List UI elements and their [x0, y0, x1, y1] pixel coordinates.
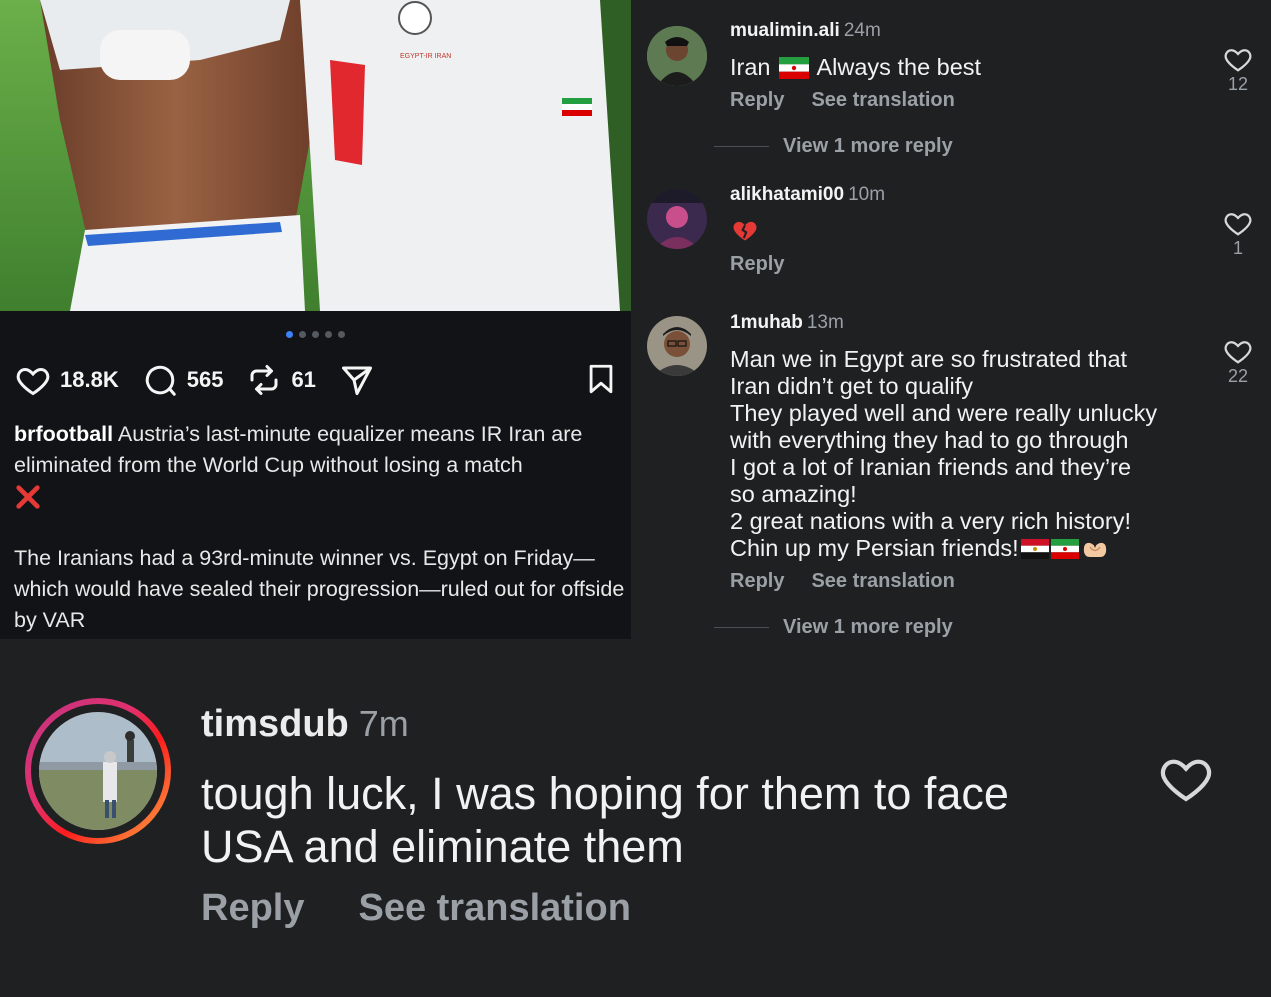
repost-icon [250, 365, 278, 395]
comment-text: Man we in Egypt are so frustrated that I… [730, 346, 1200, 562]
comment-actions: Reply [730, 253, 784, 276]
comment-actions: Reply See translation [201, 887, 631, 930]
post-image: EGYPT-IR IRAN [0, 0, 631, 311]
carousel-indicator [0, 331, 631, 338]
send-icon [341, 366, 372, 395]
cross-mark-icon [14, 483, 42, 516]
comment-actions: Reply See translation [730, 89, 955, 112]
comment-like[interactable]: 22 [1218, 336, 1258, 387]
caption-username[interactable]: brfootball [14, 422, 113, 446]
like-button[interactable]: 18.8K [14, 362, 119, 398]
svg-text:EGYPT-IR IRAN: EGYPT-IR IRAN [400, 53, 451, 60]
post-caption: brfootball Austria’s last-minute equaliz… [14, 419, 626, 481]
iran-flag-icon [1050, 538, 1079, 559]
view-replies[interactable]: View 1 more reply [714, 135, 953, 158]
comment-line: Iran didn’t get to qualify [730, 373, 973, 399]
comment-like[interactable]: 12 [1218, 44, 1258, 95]
comment-username[interactable]: alikhatami00 [730, 184, 844, 205]
comment-header: timsdub 7m [201, 703, 409, 746]
see-translation-button[interactable]: See translation [358, 887, 630, 930]
broken-heart-icon [730, 216, 760, 249]
comment-line: so amazing! [730, 481, 857, 507]
comment-line: USA and eliminate them [201, 821, 684, 872]
comment-like-button[interactable] [1156, 750, 1216, 811]
comment-line: They played well and were really unlucky [730, 400, 1158, 426]
avatar[interactable] [647, 26, 707, 86]
see-translation-button[interactable]: See translation [811, 570, 954, 593]
comment-line: Chin up my Persian friends! [730, 535, 1019, 561]
heart-icon [1160, 759, 1212, 802]
post-actions: 18.8K 565 61 [14, 362, 376, 398]
share-button[interactable] [338, 362, 376, 398]
caption-body: The Iranians had a 93rd-minute winner vs… [14, 546, 625, 632]
comment-button[interactable]: 565 [141, 362, 224, 398]
repost-button[interactable]: 61 [245, 362, 316, 398]
reply-button[interactable]: Reply [730, 253, 784, 275]
comment-icon [145, 365, 176, 396]
heart-icon [1224, 213, 1252, 236]
comment-text-part: Always the best [816, 54, 982, 80]
carousel-dot[interactable] [312, 331, 319, 338]
heart-hands-icon [1083, 542, 1106, 557]
view-more-replies-button[interactable]: View 1 more reply [783, 616, 953, 639]
avatar[interactable] [39, 712, 157, 830]
reply-button[interactable]: Reply [730, 89, 784, 112]
story-ring[interactable] [25, 698, 171, 844]
comment-like-count: 1 [1232, 238, 1243, 258]
carousel-dot[interactable] [286, 331, 293, 338]
comment-text: Iran Always the best [730, 54, 981, 81]
heart-icon [1224, 341, 1252, 364]
comment-line: I got a lot of Iranian friends and they’… [730, 454, 1132, 480]
save-button[interactable] [584, 360, 618, 403]
heart-icon [16, 367, 50, 396]
iran-flag-icon [778, 56, 809, 79]
repost-count: 61 [291, 367, 316, 392]
comment-text: tough luck, I was hoping for them to fac… [201, 767, 1009, 873]
comment-line: 2 great nations with a very rich history… [730, 508, 1131, 534]
comment-like-count: 12 [1227, 74, 1249, 94]
replies-divider [714, 146, 769, 147]
carousel-dot[interactable] [325, 331, 332, 338]
comment-time: 13m [806, 312, 844, 333]
comment-header: 1muhab 13m [730, 312, 844, 334]
comment-line: tough luck, I was hoping for them to fac… [201, 768, 1009, 819]
like-count: 18.8K [60, 367, 119, 392]
comment-line: with everything they had to go through [730, 427, 1129, 453]
reply-button[interactable]: Reply [730, 570, 784, 593]
carousel-dot[interactable] [299, 331, 306, 338]
comment-line: Man we in Egypt are so frustrated that [730, 346, 1128, 372]
reply-button[interactable]: Reply [201, 887, 304, 930]
comment-line-with-emoji: Chin up my Persian friends! [730, 535, 1200, 562]
comment-time: 10m [848, 184, 886, 205]
comment-time: 7m [358, 703, 409, 744]
comment-like[interactable]: 1 [1218, 208, 1258, 259]
bookmark-icon [589, 364, 613, 394]
comment-time: 24m [843, 20, 881, 41]
comment-like-count: 22 [1227, 366, 1249, 386]
view-more-replies-button[interactable]: View 1 more reply [783, 135, 953, 158]
see-translation-button[interactable]: See translation [811, 89, 954, 112]
comment-header: alikhatami00 10m [730, 184, 885, 206]
avatar[interactable] [647, 316, 707, 376]
comment-username[interactable]: 1muhab [730, 312, 803, 333]
replies-divider [714, 627, 769, 628]
comment-username[interactable]: timsdub [201, 703, 349, 745]
post-photo[interactable]: EGYPT-IR IRAN [0, 0, 631, 311]
carousel-dot[interactable] [338, 331, 345, 338]
heart-icon [1224, 49, 1252, 72]
egypt-flag-icon [1020, 538, 1049, 559]
comment-count: 565 [186, 367, 224, 392]
view-replies[interactable]: View 1 more reply [714, 616, 953, 639]
comment-username[interactable]: mualimin.ali [730, 20, 840, 41]
avatar[interactable] [647, 189, 707, 249]
comment-header: mualimin.ali 24m [730, 20, 881, 42]
comment-actions: Reply See translation [730, 570, 955, 593]
comment-text-part: Iran [730, 54, 771, 80]
